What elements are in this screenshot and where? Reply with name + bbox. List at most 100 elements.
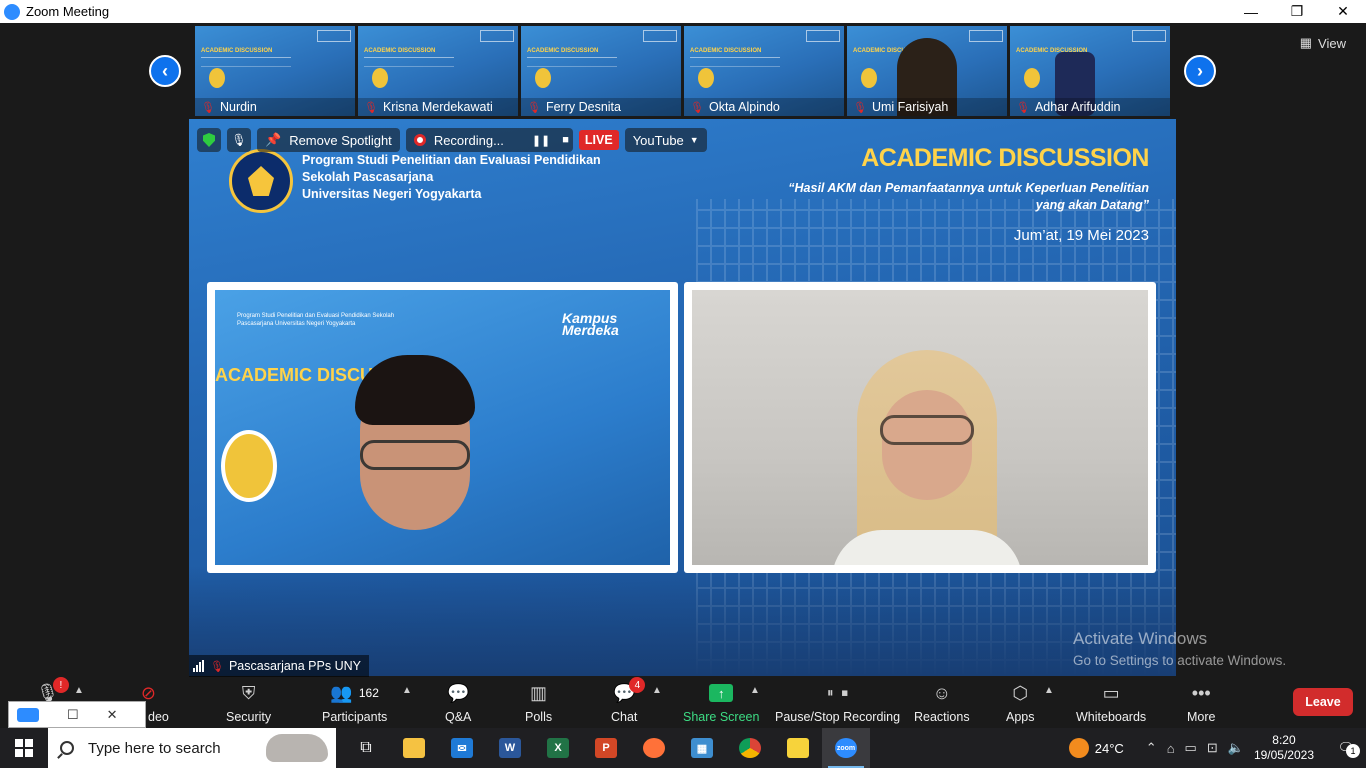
gallery-prev-button[interactable]: ‹ xyxy=(149,55,181,87)
remove-spotlight-button[interactable]: 📌 Remove Spotlight xyxy=(257,128,400,152)
institution-text: Program Studi Penelitian dan Evaluasi Pe… xyxy=(302,152,601,203)
speaker-photo xyxy=(209,68,225,88)
participant-thumbnail[interactable]: ACADEMIC DISCUSSION 🎙 Krisna Merdekawati xyxy=(358,26,518,116)
taskbar-chrome[interactable] xyxy=(726,728,774,768)
minimized-video-window[interactable]: ☐ ✕ xyxy=(8,701,146,728)
taskbar-powerpoint[interactable]: P xyxy=(582,728,630,768)
whiteboards-button[interactable]: ▭ Whiteboards xyxy=(1076,679,1147,725)
audio-options-caret[interactable]: ▲ xyxy=(74,685,84,696)
qa-button[interactable]: 💬 Q&A xyxy=(445,679,471,725)
participants-options-caret[interactable]: ▲ xyxy=(402,685,412,696)
participant-gallery-strip: ACADEMIC DISCUSSION 🎙 Nurdin ACADEMIC DIS… xyxy=(195,26,1170,116)
participant-thumbnail[interactable]: ACADEMIC DISCUSSION 🎙 Umi Farisiyah xyxy=(847,26,1007,116)
restore-button[interactable]: ❐ xyxy=(1274,0,1320,23)
whiteboards-label: Whiteboards xyxy=(1076,710,1147,724)
male-speaker xyxy=(340,355,490,565)
shield-icon: ⛨ xyxy=(241,682,256,703)
system-tray: 24°C ⌃ ⌂ ▭ ⊡ 🔈 8:20 19/05/2023 🗨 1 xyxy=(1068,728,1366,768)
thumb-slide-title: ACADEMIC DISCUSSION xyxy=(690,48,762,54)
task-view-button[interactable]: ⧉ xyxy=(342,728,390,768)
weather-sun-icon xyxy=(1068,738,1089,758)
institution-line-1: Program Studi Penelitian dan Evaluasi Pe… xyxy=(302,153,601,167)
speaker-photo xyxy=(221,430,277,502)
participant-thumbnail[interactable]: ACADEMIC DISCUSSION 🎙 Ferry Desnita xyxy=(521,26,681,116)
thumb-slide-subtitle xyxy=(364,57,454,67)
participant-thumbnail[interactable]: ACADEMIC DISCUSSION 🎙 Adhar Arifuddin xyxy=(1010,26,1170,116)
activate-windows-subtitle: Go to Settings to activate Windows. xyxy=(1073,653,1287,668)
smiley-icon: ☺ xyxy=(932,682,951,703)
taskbar-mail[interactable]: ✉ xyxy=(438,728,486,768)
taskbar-zoom[interactable]: zoom xyxy=(822,728,870,768)
security-shield-icon xyxy=(197,128,221,152)
speaker-video-left[interactable]: Program Studi Penelitian dan Evaluasi Pe… xyxy=(207,282,678,573)
zoom-icon: zoom xyxy=(835,738,857,758)
slide-title: ACADEMIC DISCUSSION xyxy=(861,144,1149,172)
participants-count: 162 xyxy=(358,686,379,700)
pause-recording-icon[interactable]: ❚❚ xyxy=(532,134,550,147)
start-button[interactable] xyxy=(0,728,48,768)
volume-icon[interactable]: 🔈 xyxy=(1228,740,1244,756)
taskbar-excel[interactable]: X xyxy=(534,728,582,768)
minimize-button[interactable]: — xyxy=(1228,0,1274,23)
more-button[interactable]: ••• More xyxy=(1187,679,1215,725)
taskbar-sticky-notes[interactable] xyxy=(774,728,822,768)
stop-recording-icon[interactable]: ■ xyxy=(562,134,569,146)
participant-thumbnail[interactable]: ACADEMIC DISCUSSION 🎙 Nurdin xyxy=(195,26,355,116)
thumb-slide-title: ACADEMIC DISCUSSION xyxy=(527,48,599,54)
wifi-icon[interactable]: ⊡ xyxy=(1207,740,1218,756)
close-window-icon[interactable]: ✕ xyxy=(107,707,118,723)
excel-icon: X xyxy=(547,738,569,758)
meeting-status-bar: 🎙 📌 Remove Spotlight Recording... ❚❚ ■ L… xyxy=(197,128,707,152)
stop-icon: ⏹ xyxy=(841,685,849,700)
leave-button[interactable]: Leave xyxy=(1293,688,1353,716)
view-button[interactable]: ▦ View xyxy=(1300,35,1346,51)
mic-icon[interactable]: 🎙 xyxy=(227,128,251,152)
polls-button[interactable]: ▥ Polls xyxy=(525,679,552,725)
mic-muted-icon: 🎙 xyxy=(690,101,704,114)
youtube-label: YouTube xyxy=(632,132,684,148)
chat-button[interactable]: 💬 4 Chat xyxy=(611,677,646,724)
windows-logo-icon xyxy=(15,739,33,757)
meeting-area: ‹ ACADEMIC DISCUSSION 🎙 Nurdin ACADEMIC D… xyxy=(0,23,1366,677)
chat-label: Chat xyxy=(611,710,638,724)
youtube-dropdown[interactable]: YouTube ▼ xyxy=(624,128,707,152)
system-clock[interactable]: 8:20 19/05/2023 xyxy=(1254,733,1314,763)
thumb-slide-subtitle xyxy=(690,57,780,67)
recording-indicator: Recording... ❚❚ ■ xyxy=(405,128,573,152)
chat-options-caret[interactable]: ▲ xyxy=(652,685,662,696)
thumb-slide-subtitle xyxy=(201,57,291,67)
sticky-notes-icon xyxy=(787,738,809,758)
slide-subtitle: “Hasil AKM dan Pemanfaatannya untuk Kepe… xyxy=(788,181,1149,212)
restore-window-icon[interactable]: ☐ xyxy=(67,707,79,723)
speaker-video-right[interactable] xyxy=(684,282,1156,573)
tray-chevron-up-icon[interactable]: ⌃ xyxy=(1146,740,1157,756)
close-button[interactable]: ✕ xyxy=(1320,0,1366,23)
main-video-stage: Program Studi Penelitian dan Evaluasi Pe… xyxy=(189,119,1176,676)
apps-button[interactable]: ⬡ Apps xyxy=(1006,679,1035,725)
share-options-caret[interactable]: ▲ xyxy=(750,685,760,696)
pause-stop-recording-button[interactable]: ⏸ ⏹ Pause/Stop Recording xyxy=(775,679,900,724)
reactions-button[interactable]: ☺ Reactions xyxy=(914,679,970,725)
taskbar-file-explorer[interactable] xyxy=(390,728,438,768)
meet-now-icon[interactable]: ⌂ xyxy=(1167,741,1175,756)
notification-center-button[interactable]: 🗨 1 xyxy=(1326,740,1366,758)
weather-temperature[interactable]: 24°C xyxy=(1095,741,1124,756)
gallery-next-button[interactable]: › xyxy=(1184,55,1216,87)
apps-icon: ⬡ xyxy=(1012,682,1029,703)
security-button[interactable]: ⛨ Security xyxy=(226,679,271,725)
taskbar-search-box[interactable]: Type here to search xyxy=(48,728,336,768)
taskbar-store[interactable]: ▦ xyxy=(678,728,726,768)
kampus-merdeka-logo xyxy=(969,30,1003,42)
task-view-icon: ⧉ xyxy=(360,739,372,756)
chrome-icon xyxy=(739,738,761,758)
taskbar-word[interactable]: W xyxy=(486,728,534,768)
institution-line-3: Universitas Negeri Yogyakarta xyxy=(302,187,482,201)
network-icon[interactable]: ▭ xyxy=(1185,740,1197,756)
signal-strength-icon xyxy=(193,660,204,672)
participant-thumbnail[interactable]: ACADEMIC DISCUSSION 🎙 Okta Alpindo xyxy=(684,26,844,116)
participants-button[interactable]: 👥 162 Participants xyxy=(322,679,387,725)
speaker-photo xyxy=(698,68,714,88)
share-screen-button[interactable]: ↑ Share Screen xyxy=(683,679,759,724)
taskbar-firefox[interactable] xyxy=(630,728,678,768)
apps-options-caret[interactable]: ▲ xyxy=(1044,685,1054,696)
